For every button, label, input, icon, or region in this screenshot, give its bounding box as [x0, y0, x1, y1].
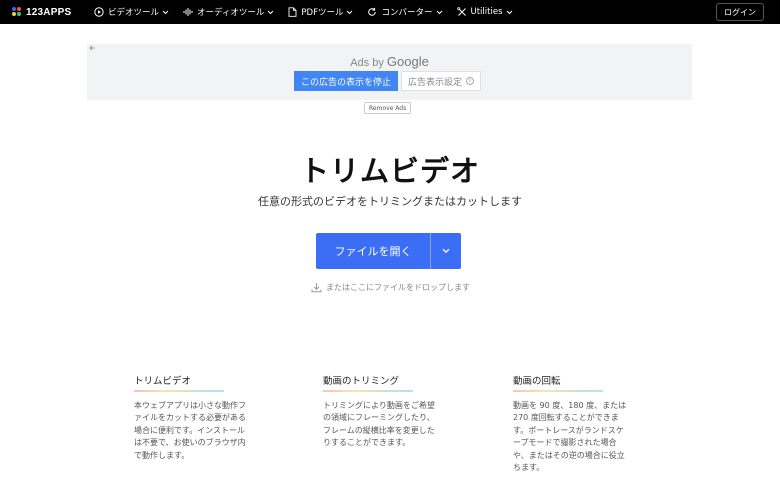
- feature-text-line: の領域にフレーミングしたり、: [323, 413, 435, 423]
- brand-name: 123APPS: [26, 6, 72, 18]
- page-title: トリムビデオ: [299, 154, 480, 188]
- feature-text-line: ちます。: [513, 463, 545, 473]
- chevron-down-icon: [162, 10, 169, 14]
- ads-by-google-label: Ads by Google: [87, 54, 692, 69]
- logo-dots-icon: [12, 7, 22, 17]
- feature-text-line: 本ウェブアプリは小さな動作フ: [134, 401, 246, 410]
- chevron-down-icon: [436, 10, 442, 14]
- feature-text-line: 270 度回転することができま: [513, 413, 619, 423]
- back-arrow-icon[interactable]: [87, 42, 99, 54]
- nav-menu-converter[interactable]: コンバーター: [367, 6, 442, 18]
- feature-title: 動画の回転: [513, 376, 561, 387]
- tools-icon: [456, 7, 466, 16]
- feature-text-line: 動画を 90 度、180 度、または: [513, 401, 627, 410]
- feature-title: トリムビデオ: [134, 376, 192, 387]
- ad-container: Ads by Google この広告の表示を停止 広告表示設定 i: [87, 44, 692, 100]
- nav-label: ビデオツール: [108, 8, 160, 18]
- feature-text-line: す。ポートレースがランドスケ: [513, 425, 624, 435]
- chevron-down-icon: [506, 10, 512, 14]
- google-text: Google: [386, 54, 429, 69]
- video-play-icon: [94, 7, 104, 17]
- feature-title: 動画のトリミング: [323, 376, 400, 387]
- remove-ads-button[interactable]: Remove Ads: [364, 102, 412, 114]
- drop-hint-text: またはここにファイルをドロップします: [326, 283, 470, 292]
- feature-description: トリミングにより動画をご希望 の領域にフレーミングしたり、 フレームの縦横比率を…: [323, 400, 448, 450]
- nav-label: PDFツール: [301, 8, 344, 18]
- download-icon: [311, 283, 322, 293]
- nav-label: コンバーター: [381, 8, 433, 18]
- open-file-options-dropdown[interactable]: [431, 233, 461, 269]
- audio-wave-icon: [183, 8, 193, 16]
- feature-text-line: りすることができます。: [323, 438, 411, 448]
- feature-text-line: ープモードで撮影された場合: [513, 438, 617, 448]
- brand-logo[interactable]: 123APPS: [12, 7, 80, 18]
- feature-text-line: や、またはその逆の場合に役立: [513, 450, 625, 460]
- chevron-down-icon: [347, 10, 353, 14]
- feature-trim-video: トリムビデオ 本ウェブアプリは小さな動作フ ァイルをカットする必要がある 場合に…: [134, 373, 259, 462]
- ad-settings-label: 広告表示設定: [408, 77, 463, 88]
- feature-video-rotation: 動画の回転 動画を 90 度、180 度、または 270 度回転することができま…: [513, 373, 638, 474]
- pdf-document-icon: [288, 7, 297, 17]
- feature-text-line: は不要で、お使いのブラウザ内: [134, 438, 246, 448]
- feature-text-line: ァイルをカットする必要がある: [134, 413, 246, 423]
- top-navigation-bar: 123APPS ビデオツール オーディオツール PDFツール コンバーター Ut…: [0, 0, 780, 24]
- feature-video-cropping: 動画のトリミング トリミングにより動画をご希望 の領域にフレーミングしたり、 フ…: [323, 373, 448, 450]
- page-subtitle: 任意の形式のビデオをトリミングまたはカットします: [258, 195, 522, 208]
- nav-menu-pdf-tools[interactable]: PDFツール: [288, 6, 353, 18]
- login-button[interactable]: ログイン: [716, 3, 764, 21]
- feature-underline: [134, 390, 224, 392]
- info-icon: i: [466, 77, 475, 85]
- feature-text-line: トリミングにより動画をご希望: [323, 401, 435, 410]
- nav-label: Utilities: [470, 7, 503, 17]
- ad-settings-button[interactable]: 広告表示設定 i: [401, 71, 482, 91]
- feature-description: 動画を 90 度、180 度、または 270 度回転することができま す。ポート…: [513, 400, 638, 474]
- converter-refresh-icon: [368, 7, 377, 16]
- chevron-down-icon: [268, 10, 274, 14]
- feature-text-line: で動作します。: [134, 450, 190, 460]
- feature-text-line: フレームの縦横比率を変更した: [323, 425, 435, 435]
- nav-label: オーディオツール: [197, 8, 265, 18]
- feature-underline: [513, 390, 603, 392]
- ads-by-text: Ads by: [350, 57, 384, 69]
- open-file-button[interactable]: ファイルを開く: [316, 233, 461, 269]
- nav-menu-utilities[interactable]: Utilities: [456, 7, 513, 17]
- feature-description: 本ウェブアプリは小さな動作フ ァイルをカットする必要がある 場合に便利です。イン…: [134, 400, 259, 462]
- chevron-down-icon: [442, 248, 450, 254]
- open-file-label: ファイルを開く: [334, 245, 412, 258]
- nav-menu-video-tools[interactable]: ビデオツール: [94, 6, 169, 18]
- nav-menu-audio-tools[interactable]: オーディオツール: [183, 6, 274, 18]
- stop-showing-ad-button[interactable]: この広告の表示を停止: [294, 71, 399, 91]
- feature-text-line: 場合に便利です。インストール: [134, 425, 246, 435]
- drop-zone-hint: またはここにファイルをドロップします: [311, 282, 470, 293]
- feature-underline: [323, 390, 413, 392]
